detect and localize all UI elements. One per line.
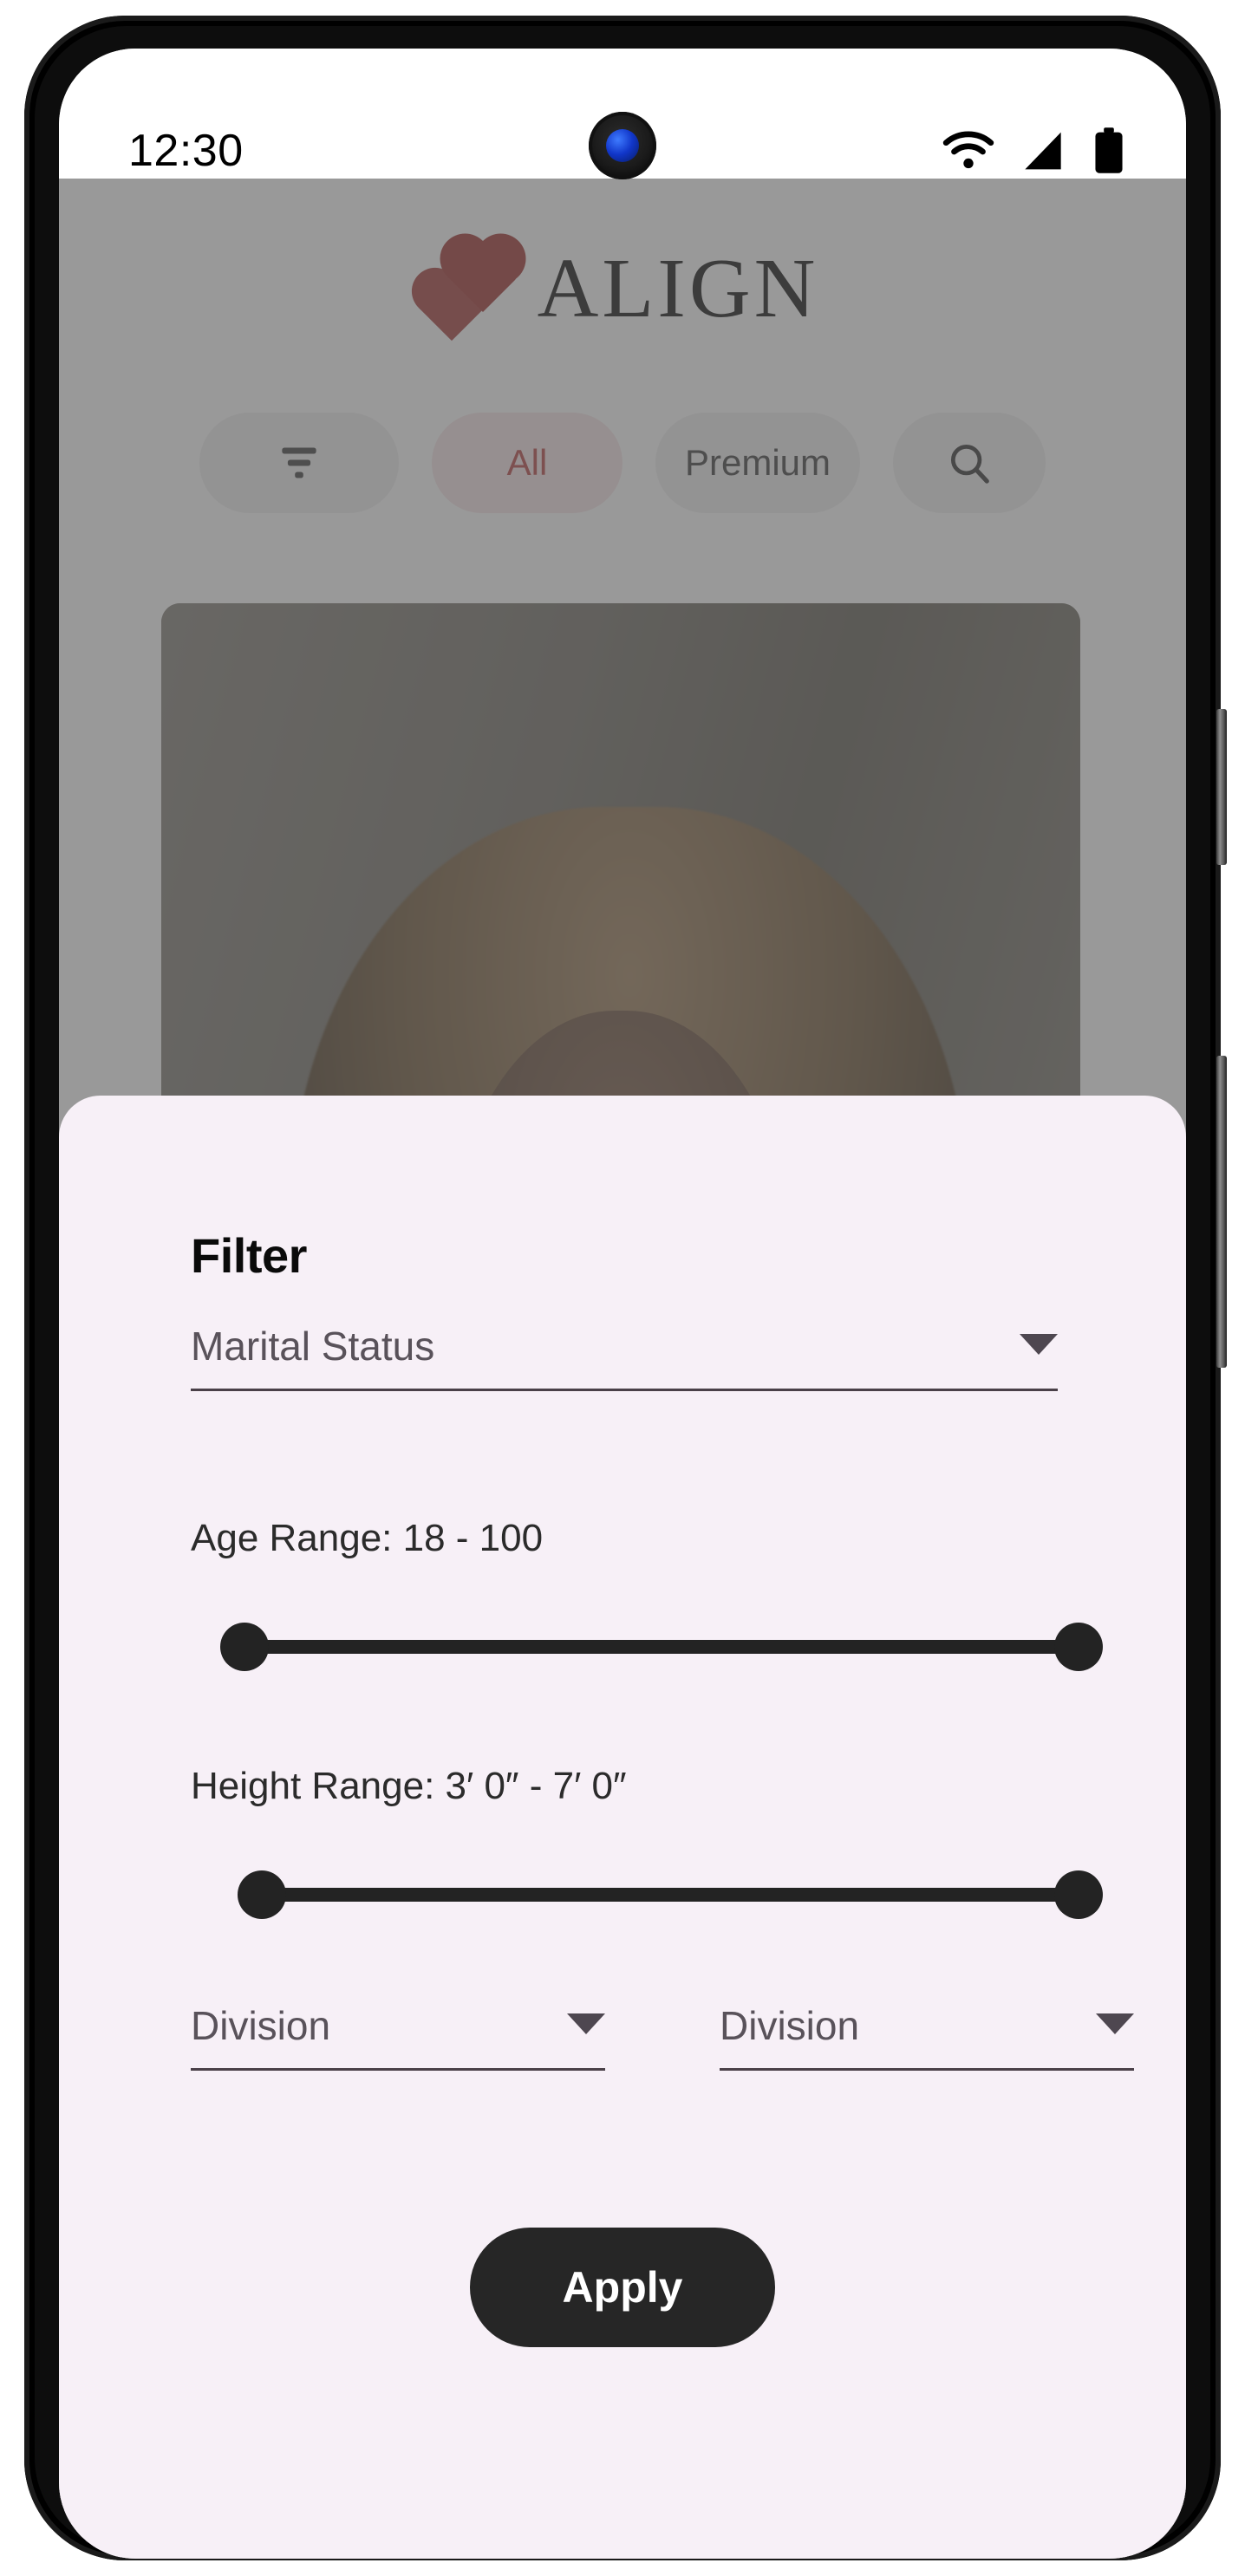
search-icon (950, 444, 989, 484)
chip-premium-label: Premium (684, 442, 831, 483)
status-icons (942, 127, 1124, 175)
chevron-down-icon (567, 2013, 605, 2034)
page-title: Filter (191, 1228, 307, 1283)
hearts-logo-icon (418, 240, 522, 342)
age-range-label: Age Range: 18 - 100 (191, 1517, 544, 1559)
division-right-label: Division (720, 2003, 860, 2048)
chip-row: All Premium (59, 413, 1186, 513)
cellular-signal-icon (1025, 132, 1061, 170)
filter-lines-icon (282, 447, 316, 478)
brand-header: ALIGN (59, 224, 1186, 354)
height-range-slider[interactable] (238, 1869, 1103, 1921)
height-slider-track[interactable] (243, 1888, 1098, 1902)
age-slider-track[interactable] (225, 1640, 1098, 1654)
status-bar: 12:30 (59, 49, 1186, 179)
division-dropdown-right[interactable]: Division (720, 2002, 1134, 2071)
heart-icon-small (418, 274, 485, 342)
brand-name: ALIGN (537, 242, 819, 335)
phone-screen: ALIGN All Premium Filter Marital Status … (59, 49, 1186, 2559)
chip-all-label: All (506, 442, 548, 483)
chip-filter[interactable] (199, 413, 399, 513)
battery-icon (1095, 127, 1123, 173)
phone-frame: ALIGN All Premium Filter Marital Status … (24, 16, 1227, 2560)
division-left-label: Division (191, 2003, 331, 2048)
chip-search[interactable] (893, 413, 1046, 513)
chevron-down-icon (1020, 1334, 1058, 1355)
height-slider-thumb-max[interactable] (1054, 1870, 1103, 1919)
volume-button[interactable] (1216, 709, 1227, 865)
age-slider-thumb-min[interactable] (220, 1623, 269, 1671)
camera-lens (606, 129, 639, 162)
height-range-label: Height Range: 3′ 0″ - 7′ 0″ (191, 1765, 627, 1807)
chip-all[interactable]: All (431, 413, 622, 513)
wifi-icon (942, 131, 994, 169)
power-button[interactable] (1216, 1056, 1227, 1368)
chevron-down-icon (1096, 2013, 1134, 2034)
division-dropdown-left[interactable]: Division (191, 2002, 605, 2071)
filter-bottom-sheet: Filter Marital Status Age Range: 18 - 10… (59, 1096, 1186, 2559)
marital-status-label: Marital Status (191, 1324, 435, 1369)
age-slider-thumb-max[interactable] (1054, 1623, 1103, 1671)
marital-status-dropdown[interactable]: Marital Status (191, 1323, 1058, 1391)
apply-button[interactable]: Apply (470, 2228, 775, 2347)
height-slider-thumb-min[interactable] (238, 1870, 286, 1919)
status-time: 12:30 (128, 126, 244, 176)
chip-premium[interactable]: Premium (655, 413, 861, 513)
front-camera-punch-hole (589, 112, 656, 179)
age-range-slider[interactable] (220, 1621, 1103, 1673)
